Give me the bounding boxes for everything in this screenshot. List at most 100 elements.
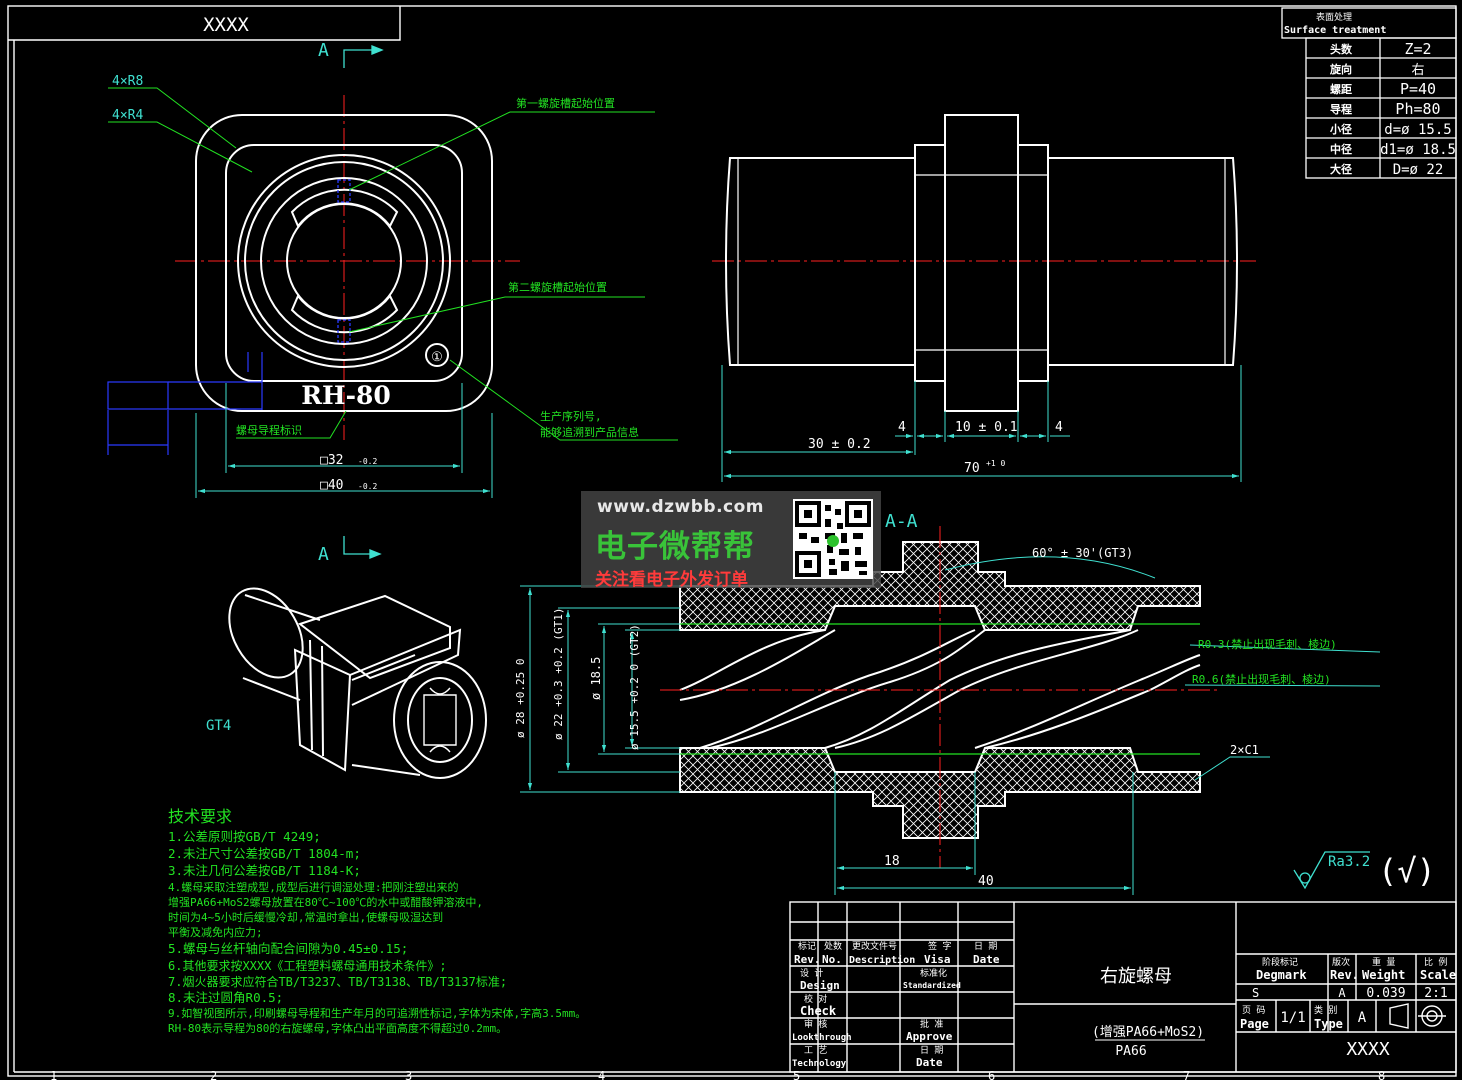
watermark-url: www.dzwbb.com xyxy=(597,497,765,517)
dim-side-30: 30 ± 0.2 xyxy=(808,437,871,452)
tb-check-en: Check xyxy=(800,1004,837,1018)
param-label: 小径 xyxy=(1329,122,1352,136)
watermark-banner: www.dzwbb.com 电子微帮帮 关注看电子外发订单 xyxy=(581,491,881,590)
note-first-groove: 第一螺旋槽起始位置 xyxy=(516,96,615,110)
front-view: ① RH-80 4×R8 4×R4 第一螺旋槽起始位置 第二螺旋槽起始位置 螺母… xyxy=(107,40,678,498)
section-letter-bottom: A xyxy=(318,544,329,565)
dim-d28: ø 28 +0.25 0 xyxy=(514,659,527,738)
param-rows: 头数 Z=2 旋向 右 螺距 P=40 导程 Ph=80 小径 d=ø 15.5… xyxy=(1329,40,1456,178)
zone-8: 8 xyxy=(1378,1069,1385,1080)
tb-drawing-no: XXXX xyxy=(1346,1039,1390,1060)
dim-len18: 18 xyxy=(884,854,900,869)
tech-requirements: 技术要求 1.公差原则按GB/T 4249; 2.未注尺寸公差按GB/T 180… xyxy=(168,807,586,1035)
dim-side-70-tol: +1 0 xyxy=(986,459,1005,468)
qr-code-icon xyxy=(793,499,873,579)
dim-side-4b: 4 xyxy=(1055,420,1063,435)
tech-line-7: 平衡及减免内应力; xyxy=(168,925,263,939)
tech-line-11: 8.未注过圆角R0.5; xyxy=(168,990,283,1005)
dim-angle: 60° ± 30'(GT3) xyxy=(1032,546,1133,560)
note-serial-2: 能够追溯到产品信息 xyxy=(540,425,639,439)
tb-std-en: Standardized xyxy=(903,980,961,990)
zone-6: 6 xyxy=(988,1069,995,1080)
tech-line-2: 2.未注尺寸公差按GB/T 1804-m; xyxy=(168,846,361,861)
tech-line-13: RH-80表示导程为80的右旋螺母,字体凸出平面高度不得超过0.2mm。 xyxy=(168,1021,507,1035)
tb-page-cn: 页 码 xyxy=(1242,1005,1265,1016)
serial-mark-glyph: ① xyxy=(431,350,443,365)
dim-r06: R0.6(禁止出现毛刺、棱边) xyxy=(1192,672,1331,686)
tb-date-en: Date xyxy=(916,1056,943,1069)
projection-symbol-icon xyxy=(1389,1003,1446,1029)
tb-approve-cn: 批 准 xyxy=(920,1018,943,1030)
tb-std-cn: 标准化 xyxy=(920,967,947,979)
param-title-en: Surface treatment xyxy=(1284,25,1386,36)
tech-line-6: 时间为4~5小时后缓慢冷却,常温时拿出,使螺母吸湿达到 xyxy=(168,910,443,924)
dim-d22: ø 22 +0.3 +0.2 (GT1) xyxy=(552,608,565,740)
tb-scale-cn: 比 例 xyxy=(1424,956,1447,968)
side-left-flange xyxy=(914,144,946,382)
tech-line-12: 9.如智视图所示,印刷螺母导程和生产年月的可追溯性标记,字体为宋体,字高3.5m… xyxy=(168,1006,586,1020)
tech-line-4: 4.螺母采取注塑成型,成型后进行调湿处理:把刚注塑出来的 xyxy=(168,880,459,894)
tb-scale-value: 2:1 xyxy=(1424,986,1447,1001)
tb-material-2: PA66 xyxy=(1115,1044,1146,1059)
tb-date-cn: 日 期 xyxy=(920,1045,943,1056)
tb-head-rev-cn: 标记 xyxy=(798,940,816,952)
param-label: 导程 xyxy=(1330,102,1352,116)
height-detail xyxy=(107,352,263,455)
face-marking: RH-80 xyxy=(301,381,391,410)
param-label: 头数 xyxy=(1330,42,1353,56)
watermark-title: 电子微帮帮 xyxy=(595,529,755,565)
section-marker-bottom xyxy=(343,536,382,559)
tb-weight-cn: 重 量 xyxy=(1372,956,1395,968)
dim-32-tol: -0.2 xyxy=(358,457,377,466)
note-guide-mark: 螺母导程标识 xyxy=(236,423,302,437)
section-letter-top: A xyxy=(318,40,329,61)
param-value: d1=ø 18.5 xyxy=(1380,142,1456,158)
tb-mark-cn: 阶段标记 xyxy=(1262,956,1298,968)
tb-page-value: 1/1 xyxy=(1280,1010,1305,1026)
dim-len40: 40 xyxy=(978,874,994,889)
param-label: 螺距 xyxy=(1330,82,1352,96)
tb-rev-cn: 版次 xyxy=(1332,956,1350,968)
corner-label-r4: 4×R4 xyxy=(112,108,143,123)
param-label: 旋向 xyxy=(1329,62,1352,76)
tb-head-visa-en: Visa xyxy=(924,953,951,966)
tb-scale-en: Scale xyxy=(1420,968,1456,982)
tb-s-value: S xyxy=(1252,986,1259,1000)
dim-32: □32 xyxy=(320,453,343,468)
tb-head-visa-cn: 签 字 xyxy=(928,940,951,952)
tb-design-en: Design xyxy=(800,979,840,992)
tb-approve-en: Approve xyxy=(906,1030,953,1043)
zone-1: 1 xyxy=(50,1069,57,1080)
param-label: 大径 xyxy=(1330,162,1352,176)
tb-weight-value: 0.039 xyxy=(1366,986,1405,1001)
iso-label: GT4 xyxy=(206,718,231,734)
param-value: Z=2 xyxy=(1404,40,1431,58)
param-value: 右 xyxy=(1411,63,1424,78)
dim-d155: ø 15.5 +0.2 0 (GT2) xyxy=(628,624,641,750)
dim-side-4a: 4 xyxy=(898,420,906,435)
note-second-groove: 第二螺旋槽起始位置 xyxy=(508,280,607,294)
roughness-check: (√) xyxy=(1378,852,1436,890)
zone-5: 5 xyxy=(793,1069,800,1080)
tb-head-date-cn: 日 期 xyxy=(974,941,997,952)
tb-head-rev-en: Rev. xyxy=(794,953,821,966)
tech-title: 技术要求 xyxy=(168,807,232,826)
tb-page-en: Page xyxy=(1240,1017,1269,1031)
tb-type-en: Type xyxy=(1314,1017,1343,1031)
dim-side-70: 70 xyxy=(964,461,980,476)
tb-type-cn: 类 别 xyxy=(1314,1004,1337,1016)
tb-mark-en: Degmark xyxy=(1256,968,1307,982)
param-label: 中径 xyxy=(1330,142,1352,156)
dim-side-10: 10 ± 0.1 xyxy=(955,420,1018,435)
param-value: D=ø 22 xyxy=(1393,162,1444,178)
tb-weight-en: Weight xyxy=(1362,968,1405,982)
param-value: P=40 xyxy=(1400,80,1436,98)
dim-chamfer: 2×C1 xyxy=(1230,743,1259,757)
tech-line-9: 6.其他要求按XXXX《工程塑料螺母通用技术条件》; xyxy=(168,958,447,973)
tb-tech-cn: 工 艺 xyxy=(804,1045,827,1056)
side-view: 4 10 ± 0.1 4 30 ± 0.2 70 +1 0 xyxy=(712,114,1256,482)
side-body xyxy=(944,114,1019,412)
tech-line-8: 5.螺母与丝杆轴向配合间隙为0.45±0.15; xyxy=(168,941,408,956)
roughness-value: Ra3.2 xyxy=(1328,854,1370,870)
isometric-view xyxy=(228,587,487,779)
